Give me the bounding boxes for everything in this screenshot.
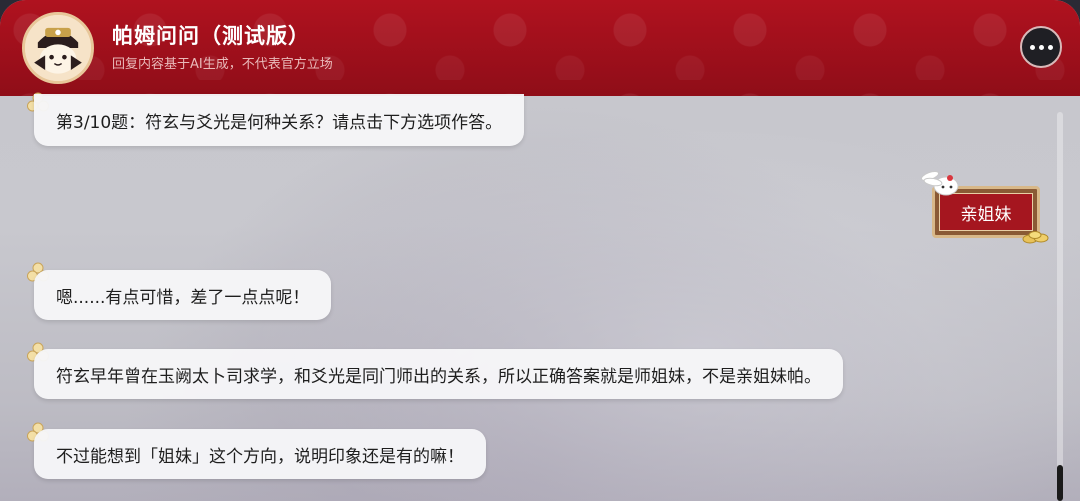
scrollbar-track[interactable]: [1057, 112, 1063, 501]
more-dots-icon: [1029, 44, 1035, 50]
coins-icon: [1022, 231, 1049, 244]
page-title: 帕姆问问（测试版）: [112, 24, 310, 48]
user-message: 亲姐妹: [939, 193, 1033, 231]
chat-window: 帕姆问问（测试版） 回复内容基于AI生成，不代表官方立场 第3/10题：符玄与爻…: [0, 0, 1080, 501]
bot-message: 嗯......有点可惜，差了一点点呢！: [34, 270, 332, 320]
disclaimer-text: 回复内容基于AI生成，不代表官方立场: [112, 57, 333, 72]
more-dots-icon: [1038, 44, 1044, 50]
bunny-icon: [920, 170, 959, 196]
user-reply-card: 亲姐妹: [920, 166, 1050, 244]
more-button[interactable]: [1020, 26, 1062, 68]
more-dots-icon: [1047, 44, 1053, 50]
scrollbar-thumb[interactable]: [1057, 465, 1063, 501]
message-list[interactable]: 第3/10题：符玄与爻光是何种关系？请点击下方选项作答。 亲姐妹 嗯......…: [0, 92, 1080, 501]
bot-message: 第3/10题：符玄与爻光是何种关系？请点击下方选项作答。: [34, 94, 525, 146]
pom-face-icon: [25, 15, 91, 81]
chat-header: 帕姆问问（测试版） 回复内容基于AI生成，不代表官方立场: [0, 0, 1080, 96]
bot-message: 符玄早年曾在玉阙太卜司求学，和爻光是同门师出的关系，所以正确答案就是师姐妹，不是…: [34, 349, 843, 399]
bot-message: 不过能想到「姐妹」这个方向，说明印象还是有的嘛！: [34, 429, 486, 479]
pom-avatar: [22, 12, 94, 84]
